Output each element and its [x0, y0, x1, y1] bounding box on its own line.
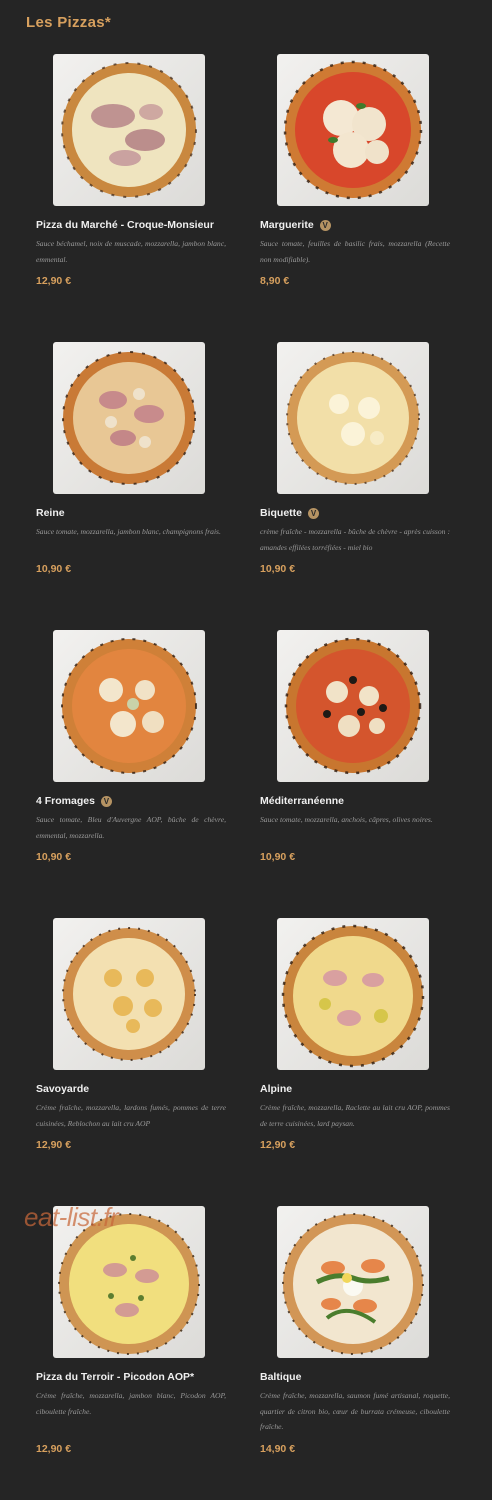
pizza-price: 12,90 € [260, 1139, 296, 1151]
pizza-description: Sauce béchamel, noix de muscade, mozzare… [36, 239, 226, 264]
pizza-price: 10,90 € [260, 563, 296, 575]
pizza-name: Savoyarde [36, 1083, 89, 1095]
pizza-description: Sauce tomate, Bleu d'Auvergne AOP, bûche… [36, 815, 226, 840]
watermark: eat-list.fr [24, 1202, 119, 1232]
pizza-image[interactable] [277, 54, 429, 206]
pizza-price: 8,90 € [260, 275, 290, 287]
pizza-name-text: Marguerite [260, 219, 314, 231]
pizza-name: Biquette V [260, 507, 319, 519]
pizza-description: Crème fraîche, mozzarella, Raclette au l… [260, 1103, 450, 1128]
pizza-description: Sauce tomate, feuilles de basilic frais,… [260, 239, 450, 264]
pizza-name: Marguerite V [260, 219, 331, 231]
section-title: Les Pizzas* [26, 14, 112, 31]
pizza-name-text: Baltique [260, 1371, 302, 1383]
pizza-image[interactable] [53, 342, 205, 494]
pizza-price: 10,90 € [36, 851, 72, 863]
pizza-price: 12,90 € [36, 1139, 72, 1151]
pizza-description: Sauce tomate, mozzarella, anchois, câpre… [260, 815, 433, 824]
pizza-name-text: Alpine [260, 1083, 293, 1095]
pizza-image[interactable] [277, 918, 429, 1070]
pizza-name: Reine [36, 507, 65, 519]
pizza-name-text: Savoyarde [36, 1083, 90, 1095]
pizza-name: Méditerranéenne [260, 795, 344, 807]
pizza-price: 10,90 € [36, 563, 72, 575]
pizza-name: Pizza du Terroir - Picodon AOP* [36, 1371, 194, 1383]
pizza-image[interactable] [277, 342, 429, 494]
pizza-price: 12,90 € [36, 1443, 72, 1455]
pizza-name: Pizza du Marché - Croque-Monsieur [36, 219, 214, 231]
pizza-price: 12,90 € [36, 275, 72, 287]
pizza-price: 10,90 € [260, 851, 296, 863]
pizza-description: Crème fraîche, mozzarella, lardons fumés… [36, 1103, 226, 1128]
pizza-name-text: Reine [36, 507, 65, 519]
pizza-image[interactable] [53, 918, 205, 1070]
pizza-image[interactable] [277, 1206, 429, 1358]
veggie-badge-icon: V [319, 219, 331, 231]
pizza-name: Alpine [260, 1083, 292, 1095]
pizza-name-text: Pizza du Terroir - Picodon AOP* [36, 1371, 195, 1383]
pizza-name-text: Biquette [260, 507, 302, 519]
pizza-name-text: Méditerranéenne [260, 795, 345, 807]
pizza-image[interactable] [53, 630, 205, 782]
pizza-name-text: Pizza du Marché - Croque-Monsieur [36, 219, 214, 231]
pizza-description: crème fraîche - mozzarella - bûche de ch… [260, 527, 450, 552]
pizza-price: 14,90 € [260, 1443, 296, 1455]
pizza-image[interactable] [53, 54, 205, 206]
pizza-name: 4 Fromages V [36, 795, 112, 807]
pizza-name-text: 4 Fromages [36, 795, 95, 807]
pizza-description: Crème fraîche, mozzarella, saumon fumé a… [260, 1391, 450, 1431]
pizza-description: Crème fraîche, mozzarella, jambon blanc,… [36, 1391, 226, 1416]
veggie-badge-icon: V [308, 507, 319, 519]
pizza-description: Sauce tomate, mozzarella, jambon blanc, … [36, 527, 221, 536]
veggie-badge-icon: V [100, 795, 112, 807]
pizza-image[interactable] [277, 630, 429, 782]
pizza-name: Baltique [260, 1371, 301, 1383]
